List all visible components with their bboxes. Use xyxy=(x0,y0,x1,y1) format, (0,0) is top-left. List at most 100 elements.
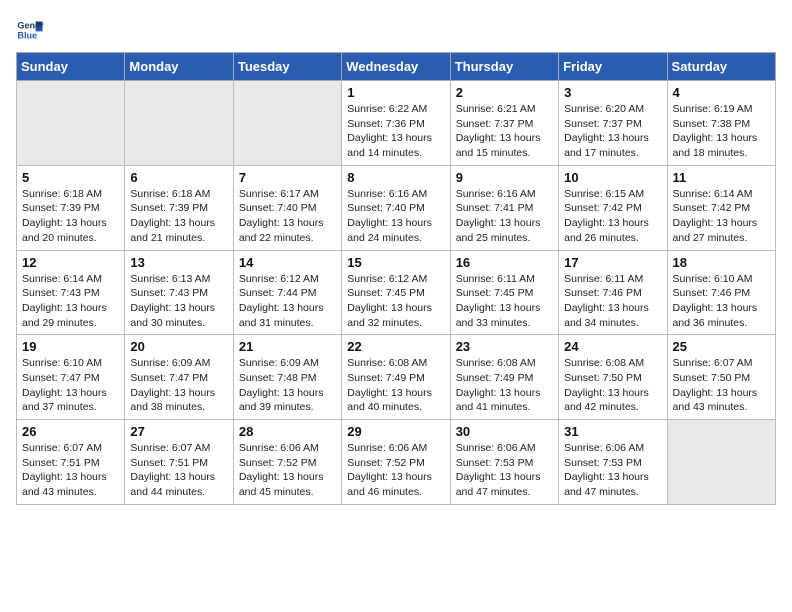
day-info: Sunrise: 6:09 AM Sunset: 7:48 PM Dayligh… xyxy=(239,356,336,415)
day-number: 7 xyxy=(239,170,336,185)
calendar-cell: 22Sunrise: 6:08 AM Sunset: 7:49 PM Dayli… xyxy=(342,335,450,420)
calendar-cell xyxy=(125,81,233,166)
calendar-cell: 27 Sunrise: 6:07 AM Sunset: 7:51 PM Dayli… xyxy=(125,420,233,505)
calendar-cell xyxy=(17,81,125,166)
day-info: Sunrise: 6:08 AM Sunset: 7:49 PM Dayligh… xyxy=(456,356,553,415)
day-number: 10 xyxy=(564,170,661,185)
calendar-cell: 31 Sunrise: 6:06 AM Sunset: 7:53 PM Dayli… xyxy=(559,420,667,505)
day-number: 28 xyxy=(239,424,336,439)
calendar-cell: 25Sunrise: 6:07 AM Sunset: 7:50 PM Dayli… xyxy=(667,335,775,420)
day-number: 18 xyxy=(673,255,770,270)
logo-icon: General Blue xyxy=(16,16,44,44)
weekday-header-thursday: Thursday xyxy=(450,53,558,81)
day-info: Sunrise: 6:06 AM Sunset: 7:53 PM Dayligh… xyxy=(456,441,553,500)
calendar-cell xyxy=(667,420,775,505)
day-number: 20 xyxy=(130,339,227,354)
day-number: 12 xyxy=(22,255,119,270)
day-info: Sunrise: 6:18 AM Sunset: 7:39 PM Dayligh… xyxy=(130,187,227,246)
day-info: Sunrise: 6:09 AM Sunset: 7:47 PM Dayligh… xyxy=(130,356,227,415)
day-info: Sunrise: 6:14 AM Sunset: 7:42 PM Dayligh… xyxy=(673,187,770,246)
day-info: Sunrise: 6:12 AM Sunset: 7:45 PM Dayligh… xyxy=(347,272,444,331)
day-info: Sunrise: 6:11 AM Sunset: 7:46 PM Dayligh… xyxy=(564,272,661,331)
calendar-cell: 15 Sunrise: 6:12 AM Sunset: 7:45 PM Dayli… xyxy=(342,250,450,335)
calendar-cell: 26 Sunrise: 6:07 AM Sunset: 7:51 PM Dayli… xyxy=(17,420,125,505)
day-number: 5 xyxy=(22,170,119,185)
weekday-header-row: SundayMondayTuesdayWednesdayThursdayFrid… xyxy=(17,53,776,81)
calendar-week-3: 12Sunrise: 6:14 AM Sunset: 7:43 PM Dayli… xyxy=(17,250,776,335)
weekday-header-friday: Friday xyxy=(559,53,667,81)
calendar-week-4: 19Sunrise: 6:10 AM Sunset: 7:47 PM Dayli… xyxy=(17,335,776,420)
day-info: Sunrise: 6:15 AM Sunset: 7:42 PM Dayligh… xyxy=(564,187,661,246)
day-info: Sunrise: 6:08 AM Sunset: 7:50 PM Dayligh… xyxy=(564,356,661,415)
day-info: Sunrise: 6:07 AM Sunset: 7:51 PM Dayligh… xyxy=(22,441,119,500)
calendar-cell: 21 Sunrise: 6:09 AM Sunset: 7:48 PM Dayli… xyxy=(233,335,341,420)
day-info: Sunrise: 6:07 AM Sunset: 7:51 PM Dayligh… xyxy=(130,441,227,500)
calendar-cell: 20 Sunrise: 6:09 AM Sunset: 7:47 PM Dayli… xyxy=(125,335,233,420)
day-info: Sunrise: 6:12 AM Sunset: 7:44 PM Dayligh… xyxy=(239,272,336,331)
calendar-cell: 17 Sunrise: 6:11 AM Sunset: 7:46 PM Dayli… xyxy=(559,250,667,335)
calendar-cell: 16 Sunrise: 6:11 AM Sunset: 7:45 PM Dayli… xyxy=(450,250,558,335)
calendar-cell: 10 Sunrise: 6:15 AM Sunset: 7:42 PM Dayli… xyxy=(559,165,667,250)
day-number: 3 xyxy=(564,85,661,100)
day-info: Sunrise: 6:21 AM Sunset: 7:37 PM Dayligh… xyxy=(456,102,553,161)
day-number: 16 xyxy=(456,255,553,270)
calendar-week-1: 1 Sunrise: 6:22 AM Sunset: 7:36 PM Daylig… xyxy=(17,81,776,166)
day-info: Sunrise: 6:16 AM Sunset: 7:41 PM Dayligh… xyxy=(456,187,553,246)
day-number: 15 xyxy=(347,255,444,270)
weekday-header-sunday: Sunday xyxy=(17,53,125,81)
day-info: Sunrise: 6:06 AM Sunset: 7:53 PM Dayligh… xyxy=(564,441,661,500)
calendar-cell: 12Sunrise: 6:14 AM Sunset: 7:43 PM Dayli… xyxy=(17,250,125,335)
day-number: 26 xyxy=(22,424,119,439)
day-info: Sunrise: 6:22 AM Sunset: 7:36 PM Dayligh… xyxy=(347,102,444,161)
calendar-cell: 13 Sunrise: 6:13 AM Sunset: 7:43 PM Dayli… xyxy=(125,250,233,335)
calendar-cell: 1 Sunrise: 6:22 AM Sunset: 7:36 PM Daylig… xyxy=(342,81,450,166)
day-number: 22 xyxy=(347,339,444,354)
day-info: Sunrise: 6:06 AM Sunset: 7:52 PM Dayligh… xyxy=(347,441,444,500)
day-info: Sunrise: 6:13 AM Sunset: 7:43 PM Dayligh… xyxy=(130,272,227,331)
day-info: Sunrise: 6:17 AM Sunset: 7:40 PM Dayligh… xyxy=(239,187,336,246)
calendar-cell: 23 Sunrise: 6:08 AM Sunset: 7:49 PM Dayli… xyxy=(450,335,558,420)
day-info: Sunrise: 6:16 AM Sunset: 7:40 PM Dayligh… xyxy=(347,187,444,246)
calendar-cell: 11 Sunrise: 6:14 AM Sunset: 7:42 PM Dayli… xyxy=(667,165,775,250)
svg-text:General: General xyxy=(17,21,44,31)
calendar-cell: 7 Sunrise: 6:17 AM Sunset: 7:40 PM Daylig… xyxy=(233,165,341,250)
calendar-cell: 3 Sunrise: 6:20 AM Sunset: 7:37 PM Daylig… xyxy=(559,81,667,166)
day-info: Sunrise: 6:20 AM Sunset: 7:37 PM Dayligh… xyxy=(564,102,661,161)
calendar-cell: 24Sunrise: 6:08 AM Sunset: 7:50 PM Dayli… xyxy=(559,335,667,420)
day-number: 31 xyxy=(564,424,661,439)
day-number: 13 xyxy=(130,255,227,270)
day-info: Sunrise: 6:10 AM Sunset: 7:47 PM Dayligh… xyxy=(22,356,119,415)
calendar-cell: 2 Sunrise: 6:21 AM Sunset: 7:37 PM Daylig… xyxy=(450,81,558,166)
calendar-cell xyxy=(233,81,341,166)
day-info: Sunrise: 6:10 AM Sunset: 7:46 PM Dayligh… xyxy=(673,272,770,331)
calendar-week-2: 5 Sunrise: 6:18 AM Sunset: 7:39 PM Daylig… xyxy=(17,165,776,250)
calendar-week-5: 26 Sunrise: 6:07 AM Sunset: 7:51 PM Dayli… xyxy=(17,420,776,505)
calendar-cell: 6 Sunrise: 6:18 AM Sunset: 7:39 PM Daylig… xyxy=(125,165,233,250)
day-info: Sunrise: 6:11 AM Sunset: 7:45 PM Dayligh… xyxy=(456,272,553,331)
day-number: 17 xyxy=(564,255,661,270)
calendar-cell: 28Sunrise: 6:06 AM Sunset: 7:52 PM Dayli… xyxy=(233,420,341,505)
day-info: Sunrise: 6:19 AM Sunset: 7:38 PM Dayligh… xyxy=(673,102,770,161)
day-number: 21 xyxy=(239,339,336,354)
calendar-cell: 14Sunrise: 6:12 AM Sunset: 7:44 PM Dayli… xyxy=(233,250,341,335)
calendar-cell: 30Sunrise: 6:06 AM Sunset: 7:53 PM Dayli… xyxy=(450,420,558,505)
weekday-header-monday: Monday xyxy=(125,53,233,81)
calendar-cell: 18 Sunrise: 6:10 AM Sunset: 7:46 PM Dayli… xyxy=(667,250,775,335)
calendar-cell: 29 Sunrise: 6:06 AM Sunset: 7:52 PM Dayli… xyxy=(342,420,450,505)
day-number: 1 xyxy=(347,85,444,100)
day-number: 2 xyxy=(456,85,553,100)
day-info: Sunrise: 6:18 AM Sunset: 7:39 PM Dayligh… xyxy=(22,187,119,246)
weekday-header-saturday: Saturday xyxy=(667,53,775,81)
page-header: General Blue xyxy=(16,16,776,44)
calendar-cell: 8 Sunrise: 6:16 AM Sunset: 7:40 PM Daylig… xyxy=(342,165,450,250)
day-number: 29 xyxy=(347,424,444,439)
day-number: 6 xyxy=(130,170,227,185)
day-number: 23 xyxy=(456,339,553,354)
day-number: 9 xyxy=(456,170,553,185)
day-number: 11 xyxy=(673,170,770,185)
day-number: 27 xyxy=(130,424,227,439)
day-info: Sunrise: 6:07 AM Sunset: 7:50 PM Dayligh… xyxy=(673,356,770,415)
day-number: 8 xyxy=(347,170,444,185)
calendar-table: SundayMondayTuesdayWednesdayThursdayFrid… xyxy=(16,52,776,505)
calendar-cell: 19Sunrise: 6:10 AM Sunset: 7:47 PM Dayli… xyxy=(17,335,125,420)
